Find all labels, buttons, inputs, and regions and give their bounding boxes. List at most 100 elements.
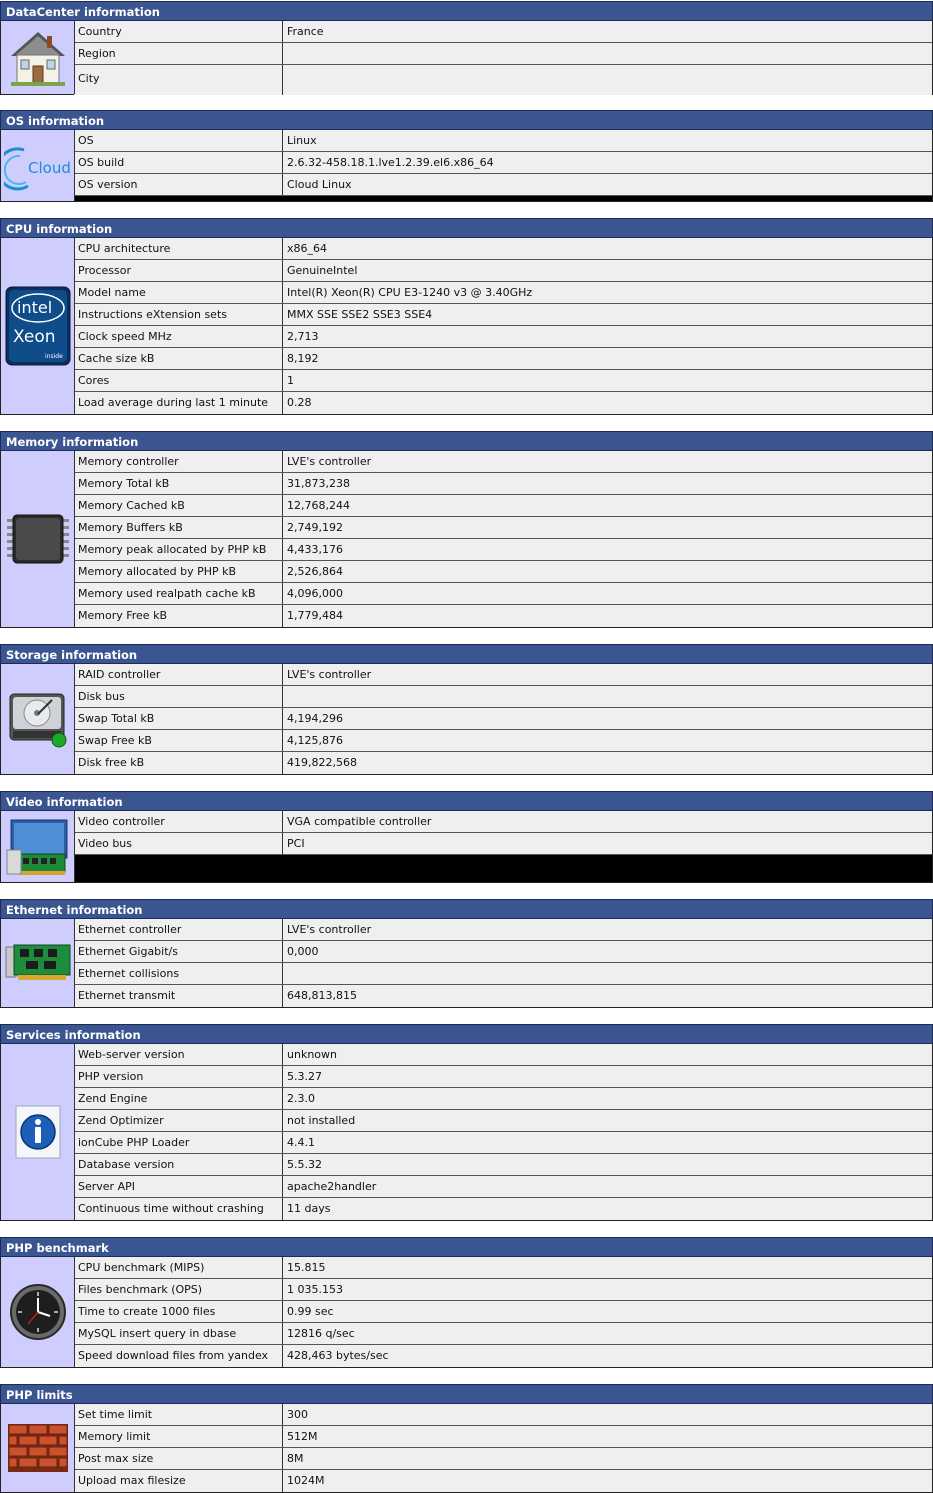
row-value: 2,713 [287,330,319,343]
row-label: Ethernet controller [74,919,283,940]
row-label: Ethernet transmit [74,985,283,1007]
section-title: OS information [0,110,933,130]
table-row: Load average during last 1 minute 0.28 [74,392,932,414]
row-label: Memory Buffers kB [74,517,283,538]
svg-text:inside: inside [45,353,63,360]
row-label: RAID controller [74,664,283,685]
table-row: RAID controller LVE's controller [74,664,932,686]
row-label: OS [74,130,283,151]
section-title: PHP benchmark [0,1237,933,1257]
row-value: PCI [287,837,305,850]
row-label: MySQL insert query in dbase [74,1323,283,1344]
row-label: Upload max filesize [74,1470,283,1492]
table-row: Memory allocated by PHP kB 2,526,864 [74,561,932,583]
section-title: Video information [0,791,933,811]
table-row: PHP version 5.3.27 [74,1066,932,1088]
table-row: Cache size kB 8,192 [74,348,932,370]
row-value: 2.3.0 [287,1092,315,1105]
row-value: 648,813,815 [287,989,357,1002]
table-row: Swap Total kB 4,194,296 [74,708,932,730]
memory-section: Memory information Memory controller LVE'… [0,431,933,628]
row-value: 1024M [287,1474,325,1487]
section-title: Ethernet information [0,899,933,919]
divider [74,196,932,201]
row-value [283,43,932,64]
table-row: Files benchmark (OPS) 1 035.153 [74,1279,932,1301]
table-row: OS Linux [74,130,932,152]
brick-wall-icon [1,1404,75,1492]
section-title: PHP limits [0,1384,933,1404]
row-value [283,65,932,95]
table-row: Memory used realpath cache kB 4,096,000 [74,583,932,605]
table-row: Post max size 8M [74,1448,932,1470]
row-label: Swap Free kB [74,730,283,751]
divider [74,855,932,882]
table-row: OS version Cloud Linux [74,174,932,196]
row-label: Cache size kB [74,348,283,369]
row-label: Continuous time without crashing [74,1198,283,1220]
row-label: OS version [74,174,283,195]
row-value: unknown [287,1048,337,1061]
os-section: OS information Cloud OS Linux OS build 2.6… [0,110,933,202]
row-value: 31,873,238 [287,477,350,490]
table-row: CPU architecture x86_64 [74,238,932,260]
table-row: Video controller VGA compatible controlle… [74,811,932,833]
table-row: Memory controller LVE's controller [74,451,932,473]
table-row: Time to create 1000 files 0.99 sec [74,1301,932,1323]
row-label: Country [74,21,283,42]
row-value: Linux [287,134,317,147]
clock-icon [1,1257,75,1367]
row-value: 2,749,192 [287,521,343,534]
svg-text:Xeon: Xeon [13,327,56,347]
row-value [283,686,932,707]
row-value: LVE's controller [287,923,372,936]
table-row: Speed download files from yandex 428,463 … [74,1345,932,1367]
row-label: City [74,65,283,95]
row-label: Memory used realpath cache kB [74,583,283,604]
table-row: ionCube PHP Loader 4.4.1 [74,1132,932,1154]
row-value: 5.3.27 [287,1070,322,1083]
table-row: Instructions eXtension sets MMX SSE SSE2 … [74,304,932,326]
table-row: Memory peak allocated by PHP kB 4,433,176 [74,539,932,561]
php-limits-section: PHP limits Set time limit 300 Memory limi… [0,1384,933,1493]
row-value: VGA compatible controller [287,815,432,828]
row-value: 4,433,176 [287,543,343,556]
table-row: Memory Total kB 31,873,238 [74,473,932,495]
svg-text:intel: intel [17,298,52,317]
table-row: Region [74,43,932,65]
row-label: Memory allocated by PHP kB [74,561,283,582]
table-row: Ethernet transmit 648,813,815 [74,985,932,1007]
row-label: PHP version [74,1066,283,1087]
row-label: Time to create 1000 files [74,1301,283,1322]
row-label: Memory Free kB [74,605,283,627]
row-label: CPU architecture [74,238,283,259]
row-value: 419,822,568 [287,756,357,769]
row-value: 12816 q/sec [287,1327,355,1340]
network-card-icon [1,919,75,1007]
table-row: Database version 5.5.32 [74,1154,932,1176]
row-value: apache2handler [287,1180,377,1193]
table-row: Swap Free kB 4,125,876 [74,730,932,752]
row-label: Clock speed MHz [74,326,283,347]
php-benchmark-section: PHP benchmark CPU benchmark (MIPS) 15.815… [0,1237,933,1368]
row-label: Model name [74,282,283,303]
row-label: Disk bus [74,686,283,707]
row-label: Files benchmark (OPS) [74,1279,283,1300]
table-row: Disk free kB 419,822,568 [74,752,932,774]
section-title: DataCenter information [0,1,933,21]
svg-text:Cloud: Cloud [28,159,71,177]
row-value: 1 035.153 [287,1283,343,1296]
table-row: Cores 1 [74,370,932,392]
memory-chip-icon [1,451,75,627]
row-label: Database version [74,1154,283,1175]
row-label: Zend Engine [74,1088,283,1109]
row-value: Cloud Linux [287,178,352,191]
row-value: 8M [287,1452,304,1465]
video-section: Video information Video controller VGA co… [0,791,933,883]
table-row: Disk bus [74,686,932,708]
row-label: Processor [74,260,283,281]
row-label: ionCube PHP Loader [74,1132,283,1153]
row-label: Speed download files from yandex [74,1345,283,1367]
row-value: 0.28 [287,396,312,409]
row-label: Memory peak allocated by PHP kB [74,539,283,560]
